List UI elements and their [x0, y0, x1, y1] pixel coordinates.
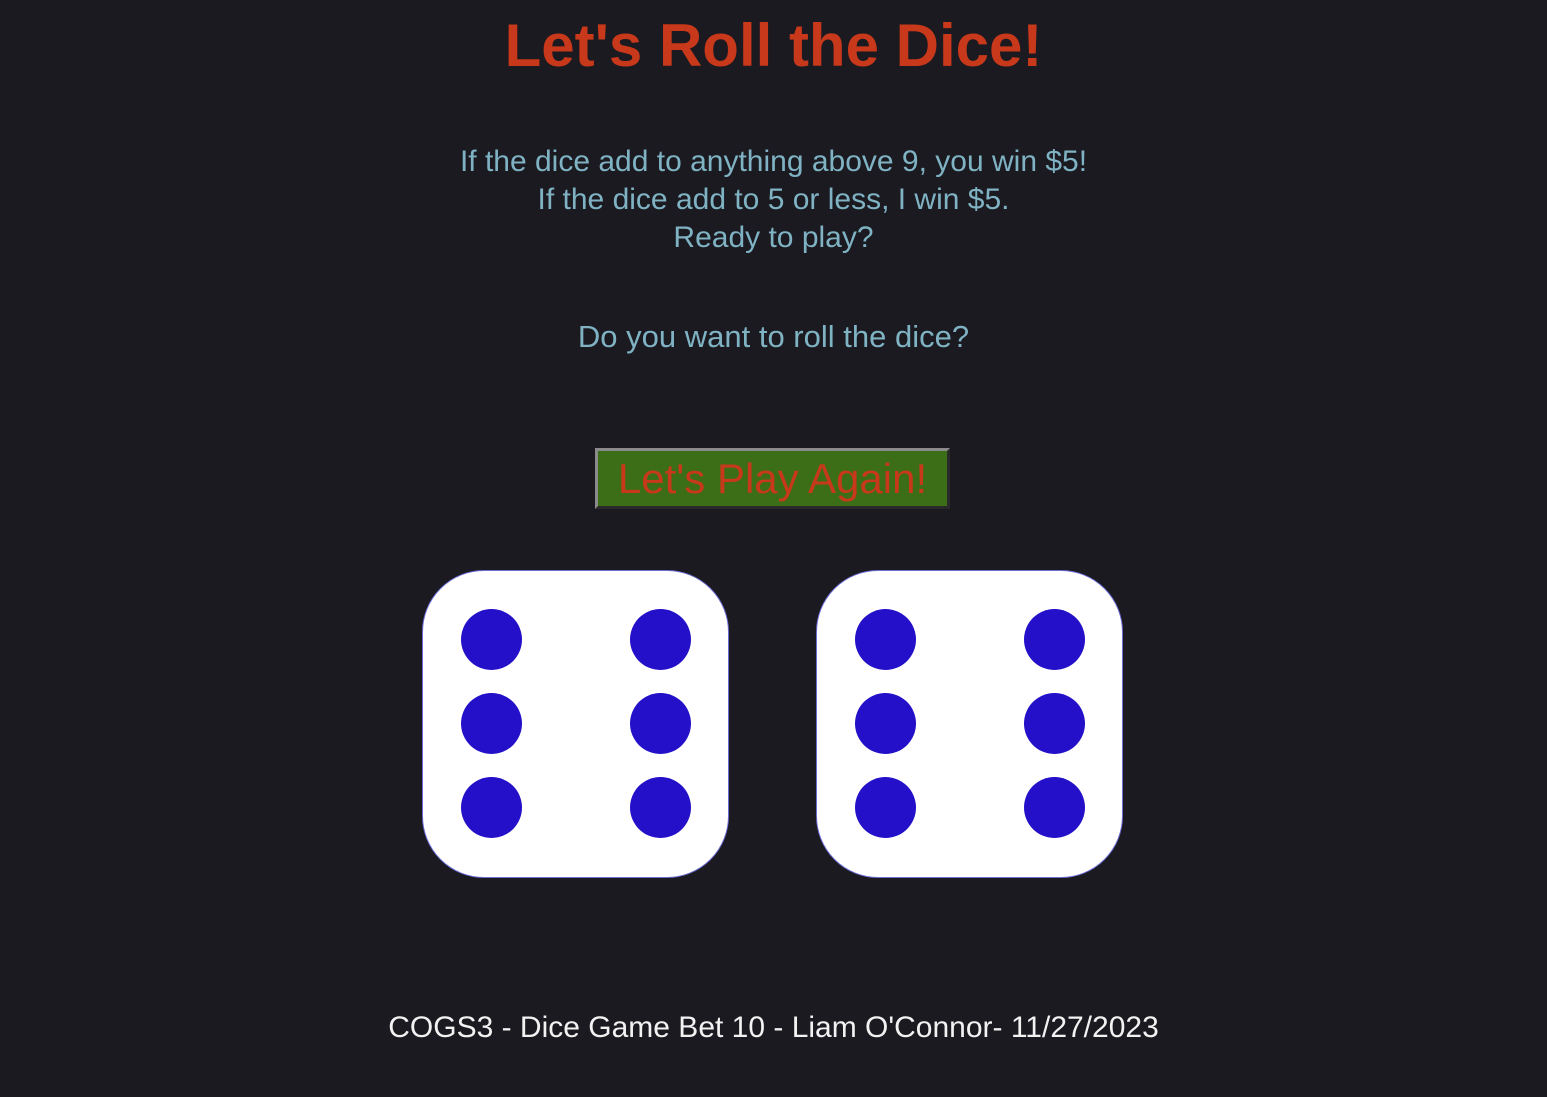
die-pip: [630, 693, 691, 754]
die-pip: [630, 609, 691, 670]
die-pip: [1024, 609, 1085, 670]
die-pip: [630, 777, 691, 838]
rule-line-lose: If the dice add to 5 or less, I win $5.: [537, 183, 1010, 216]
die-pip: [461, 609, 522, 670]
die-pip: [1024, 777, 1085, 838]
die-right: [816, 570, 1123, 878]
play-again-button[interactable]: Let's Play Again!: [595, 448, 950, 509]
page: Let's Roll the Dice! If the dice add to …: [0, 0, 1547, 1097]
roll-question: Do you want to roll the dice?: [577, 319, 970, 354]
rule-line-ready: Ready to play?: [673, 221, 874, 254]
die-left: [422, 570, 729, 878]
footer-credit: COGS3 - Dice Game Bet 10 - Liam O'Connor…: [388, 1011, 1159, 1044]
page-title: Let's Roll the Dice!: [504, 12, 1043, 79]
die-pip: [1024, 693, 1085, 754]
rules-text: If the dice add to anything above 9, you…: [0, 143, 1547, 257]
rule-line-win: If the dice add to anything above 9, you…: [459, 145, 1088, 178]
die-pip: [855, 693, 916, 754]
die-pip: [855, 609, 916, 670]
die-pip: [461, 777, 522, 838]
die-pip: [855, 777, 916, 838]
die-pip: [461, 693, 522, 754]
